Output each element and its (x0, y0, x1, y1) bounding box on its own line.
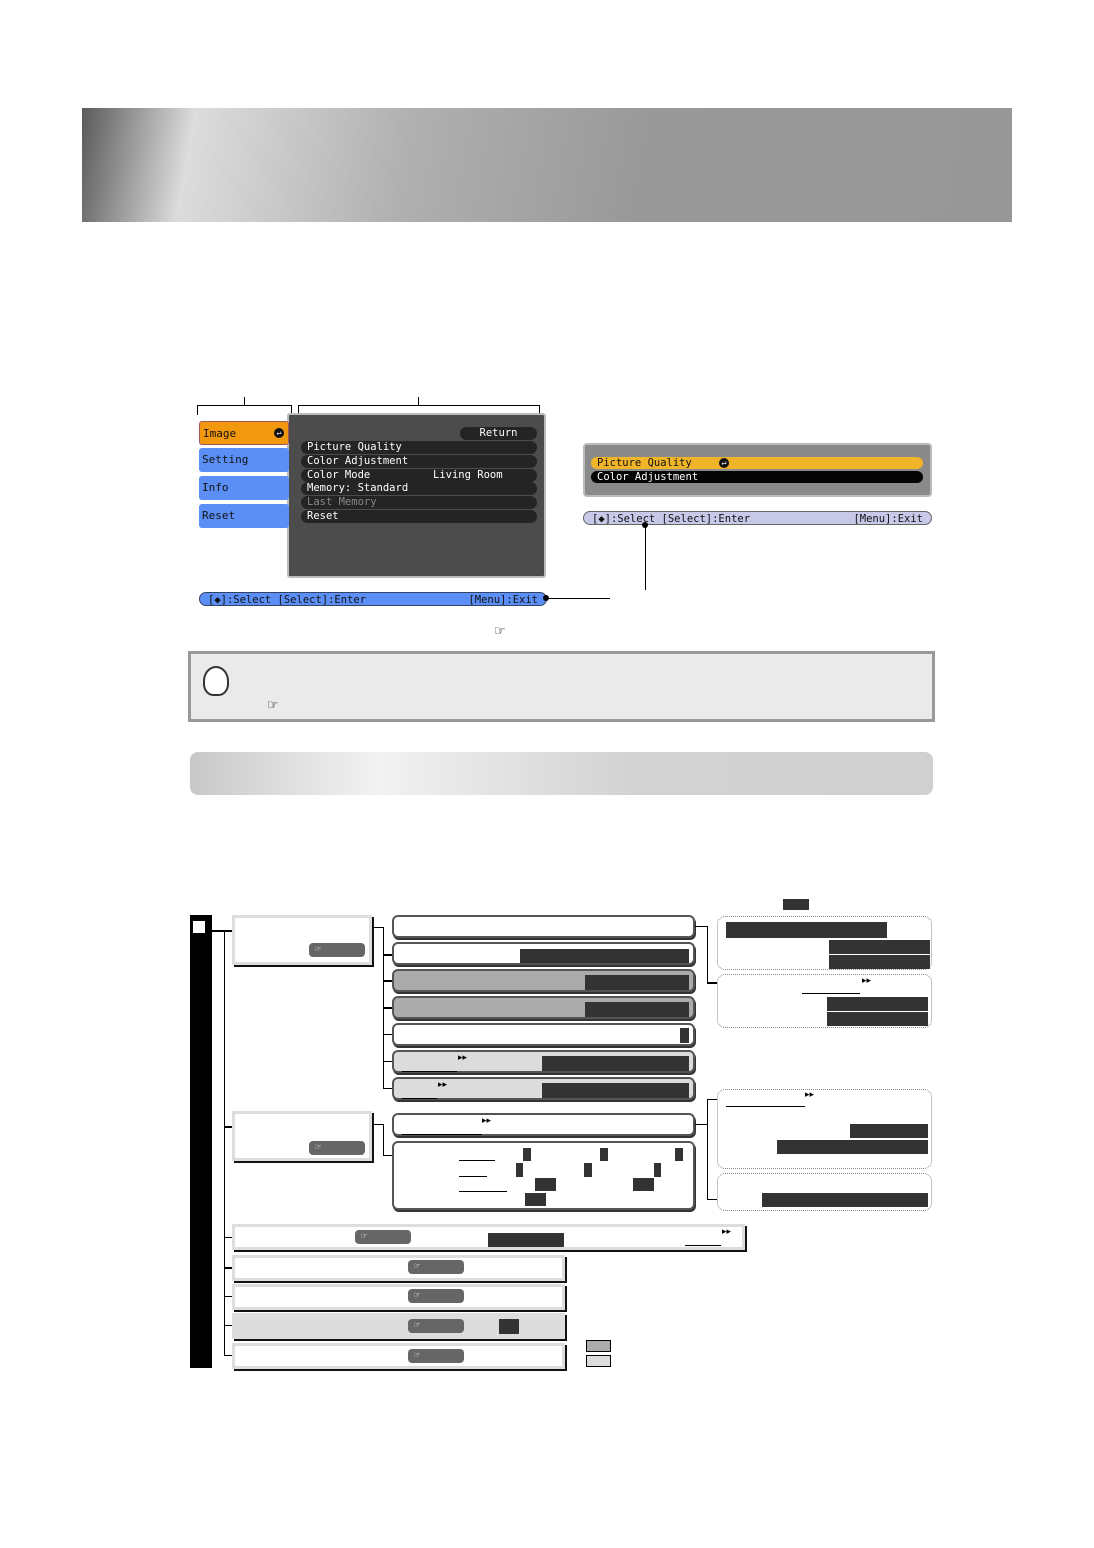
menu-item-memory[interactable]: Memory: Standard (301, 482, 537, 495)
footer-left: [◆]:Select [Select]:Enter (592, 513, 751, 525)
tab-reset[interactable]: Reset (199, 504, 289, 528)
tab-label: Reset (202, 509, 236, 522)
menu-item-last-memory: Last Memory (301, 496, 537, 509)
tree-node-image: ☞ (232, 915, 372, 965)
item-label: Color Mode (307, 469, 371, 481)
setting-item-2 (392, 1141, 695, 1210)
bracket-tabs (197, 405, 292, 406)
bracket-submenu (298, 405, 540, 406)
menu-item-color-adjustment[interactable]: Color Adjustment (301, 455, 537, 468)
tab-setting[interactable]: Setting (199, 448, 289, 472)
chapter-banner (82, 108, 1012, 222)
color-adjust-options-2: ▸▸ (717, 974, 932, 1028)
setting-item-1: ▸▸ (392, 1113, 695, 1136)
tab-label: Info (202, 481, 229, 494)
tree-node-reset: ☞ (232, 1343, 565, 1369)
pointing-hand-icon: ☞ (267, 698, 279, 713)
double-arrow-icon: ▸▸ (458, 1053, 468, 1063)
image-item-7: ▸▸ (392, 1077, 695, 1100)
double-arrow-icon: ▸▸ (722, 1227, 732, 1237)
legend-gray-swatch (586, 1340, 611, 1352)
image-item-3 (392, 969, 695, 992)
main-footer-bar: [◆]:Select [Select]:Enter [Menu]:Exit (199, 592, 547, 606)
footer-left: [◆]:Select [Select]:Enter (208, 594, 367, 606)
tab-info[interactable]: Info (199, 476, 289, 500)
manual-page: Image ↵ Setting Info Reset Return Picture… (0, 0, 1094, 1548)
item-label: Picture Quality (597, 457, 692, 469)
menu-item-reset[interactable]: Reset (301, 510, 537, 523)
page-ref-badge: ☞ (408, 1289, 464, 1303)
page-ref-badge: ☞ (355, 1230, 411, 1244)
tab-label: Setting (202, 453, 249, 466)
footer-right: [Menu]:Exit (853, 513, 923, 525)
image-item-2 (392, 942, 695, 965)
tree-node-6: ☞ (232, 1313, 565, 1339)
double-arrow-icon: ▸▸ (805, 1090, 815, 1100)
root-bar (190, 915, 212, 1368)
page-ref-badge: ☞ (309, 943, 365, 957)
double-arrow-icon: ▸▸ (482, 1116, 492, 1126)
setting-options-2 (717, 1173, 932, 1211)
page-ref-badge: ☞ (309, 1141, 365, 1155)
lightbulb-icon (203, 666, 229, 696)
double-arrow-icon: ▸▸ (438, 1080, 448, 1090)
tab-label: Image (203, 427, 237, 440)
color-adjust-options-1 (717, 916, 932, 970)
tip-box: ☞ (188, 651, 935, 722)
page-ref-badge: ☞ (408, 1349, 464, 1363)
tree-node-4: ☞ (232, 1255, 565, 1281)
sub-item-picture-quality[interactable]: Picture Quality ↵ (591, 457, 923, 469)
image-item-4 (392, 996, 695, 1019)
double-arrow-icon: ▸▸ (862, 976, 872, 986)
tree-node-5: ☞ (232, 1284, 565, 1310)
setting-options-1: ▸▸ (717, 1089, 932, 1169)
section-heading-bar (190, 752, 933, 795)
legend-dark-swatch (783, 899, 809, 910)
return-button[interactable]: Return (460, 427, 537, 440)
enter-icon: ↵ (719, 458, 729, 468)
footer-right: [Menu]:Exit (468, 594, 538, 606)
image-item-1 (392, 915, 695, 938)
legend-light-swatch (586, 1355, 611, 1367)
tab-image[interactable]: Image ↵ (199, 421, 289, 445)
menu-item-picture-quality[interactable]: Picture Quality (301, 441, 537, 454)
image-item-6: ▸▸ (392, 1050, 695, 1073)
pointing-hand-icon: ☞ (494, 624, 506, 639)
menu-item-color-mode[interactable]: Color Mode Living Room (301, 469, 537, 482)
page-ref-badge: ☞ (408, 1319, 464, 1333)
sub-item-color-adjustment[interactable]: Color Adjustment (591, 471, 923, 483)
tree-node-setting: ☞ (232, 1111, 372, 1161)
item-value: Living Room (433, 469, 503, 481)
page-ref-badge: ☞ (408, 1260, 464, 1274)
sub-footer-bar: [◆]:Select [Select]:Enter [Menu]:Exit (583, 511, 932, 525)
root-marker (193, 921, 205, 933)
enter-icon: ↵ (274, 428, 284, 438)
tree-node-info: ☞ ▸▸ (232, 1224, 745, 1250)
sub-panel (583, 443, 932, 497)
image-item-5 (392, 1023, 695, 1046)
